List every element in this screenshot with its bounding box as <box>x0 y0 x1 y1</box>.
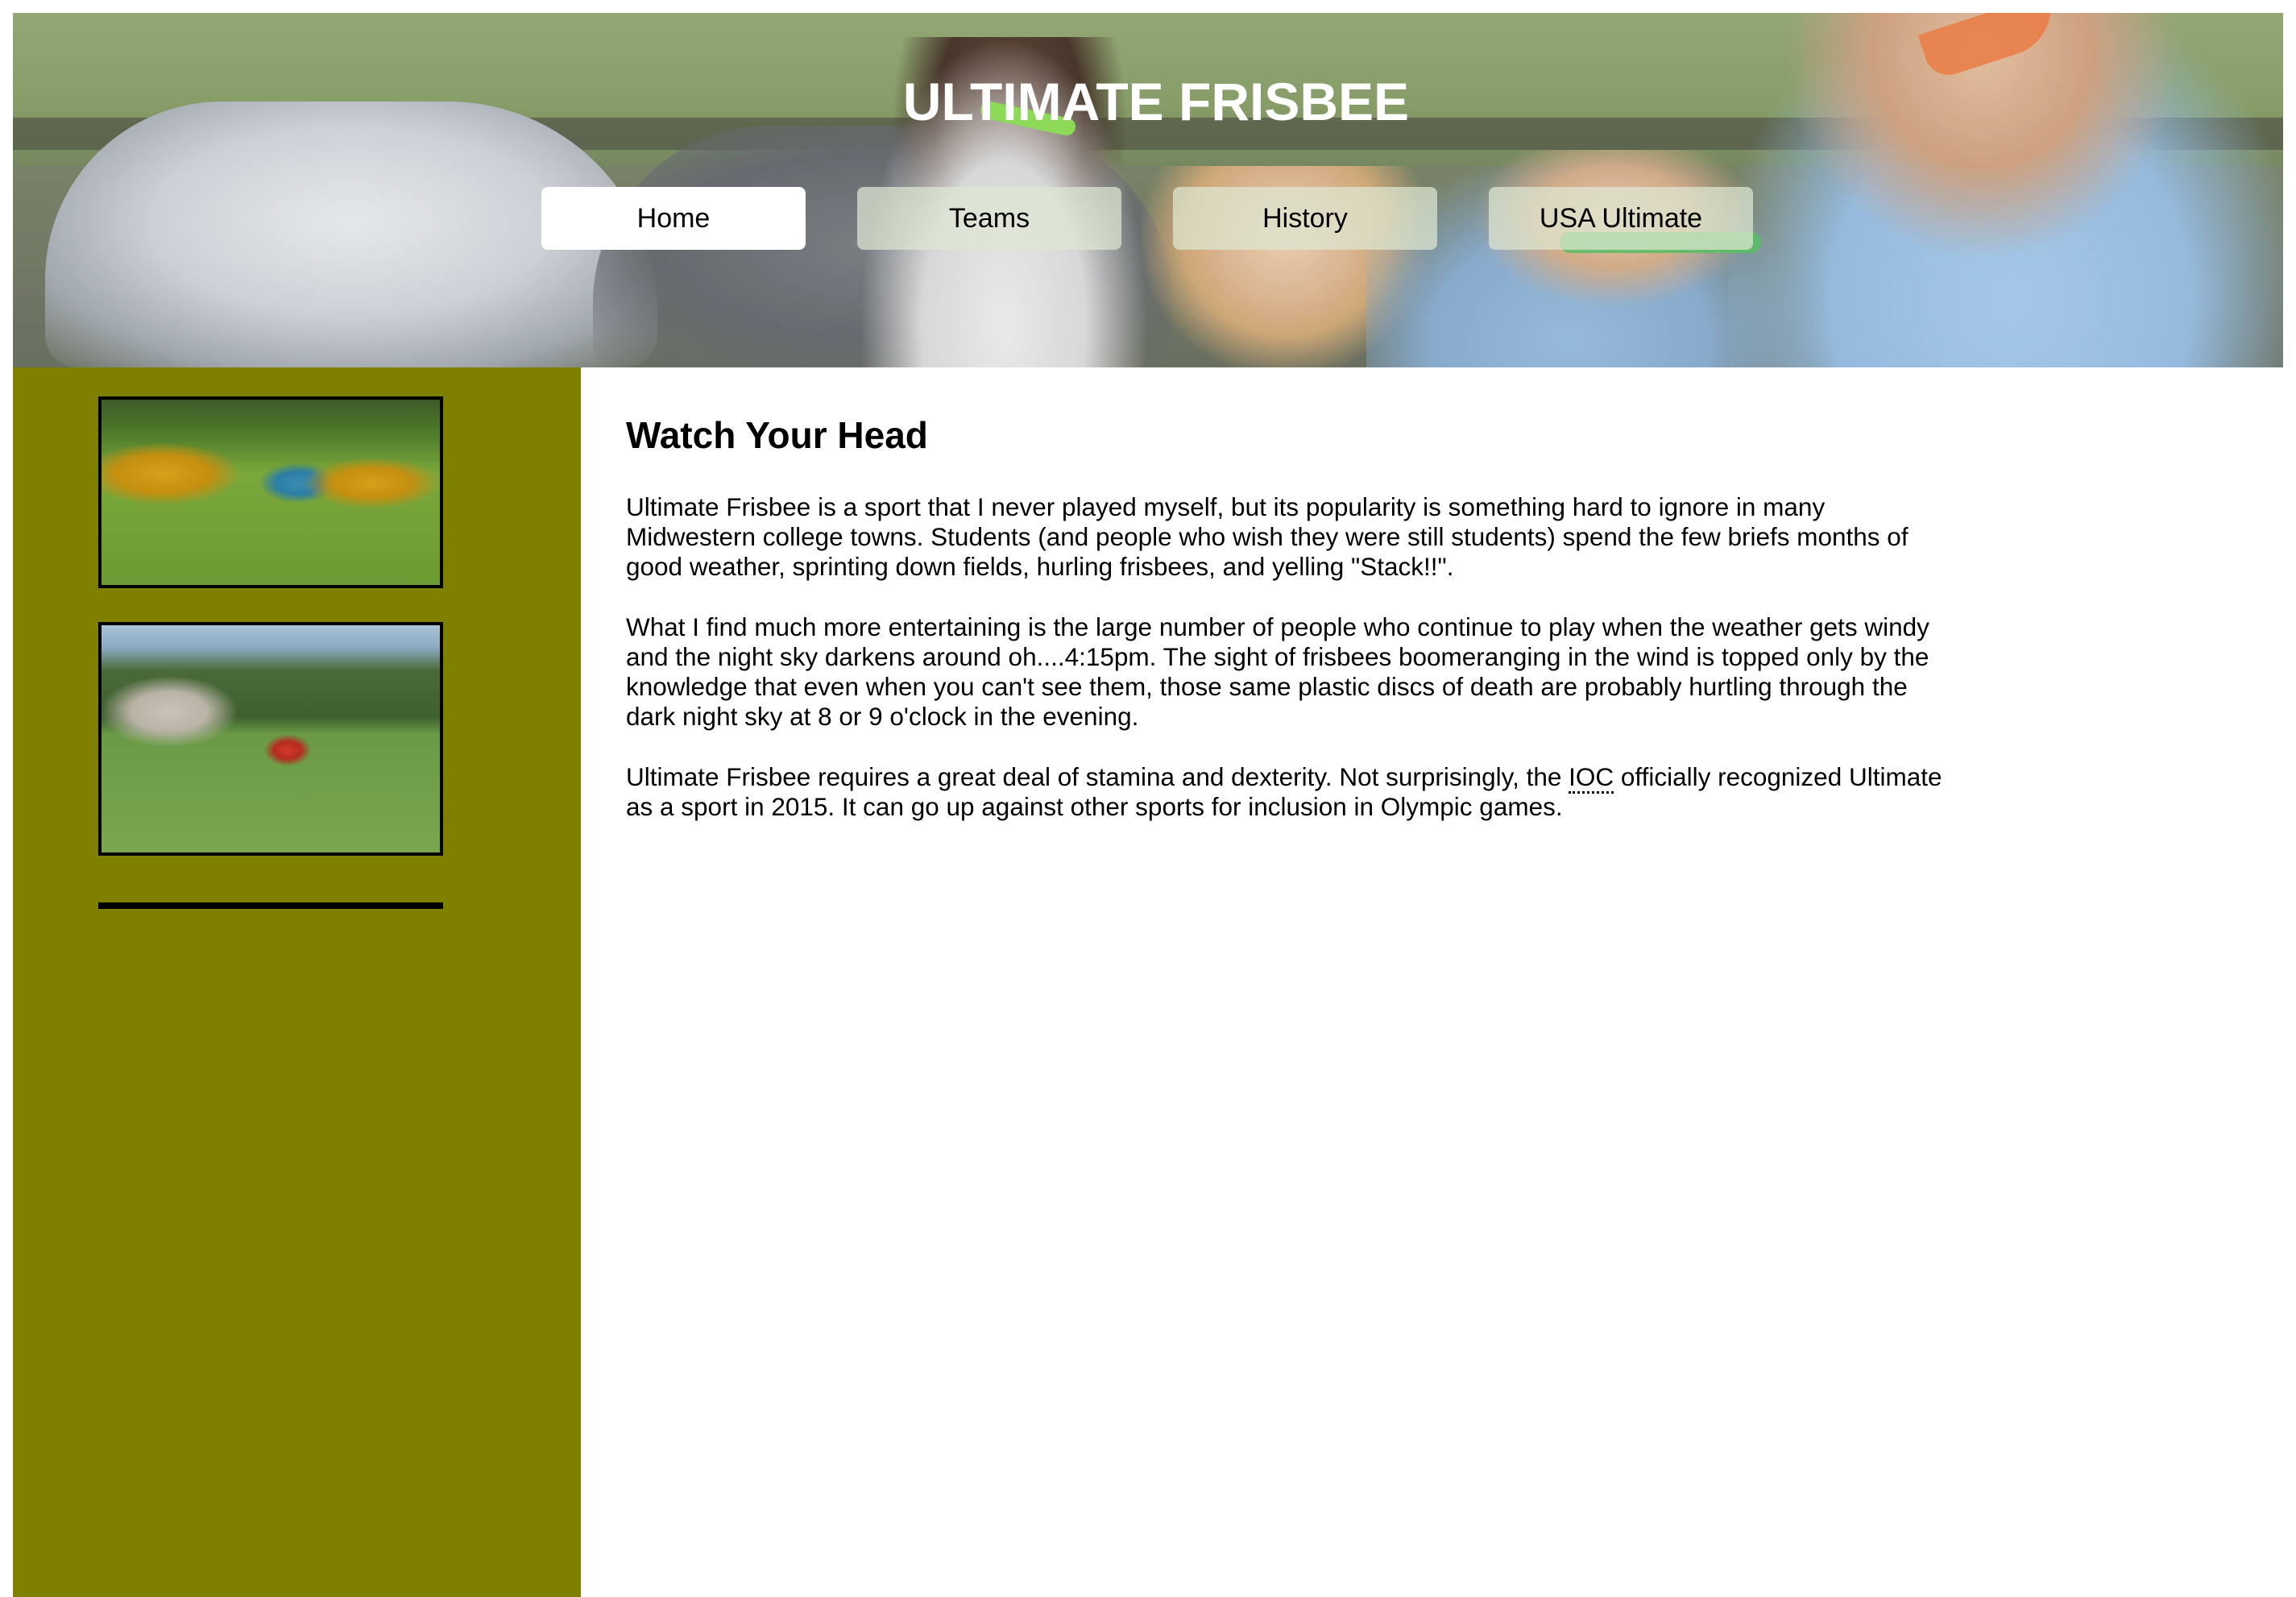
article-paragraph-2: What I find much more entertaining is th… <box>626 612 1929 731</box>
frisbee-player-field-photo <box>98 622 443 856</box>
header-banner: ULTIMATE FRISBEE Home Teams History USA … <box>13 13 2283 367</box>
paragraph-3-text-start: Ultimate Frisbee requires a great deal o… <box>626 761 1569 791</box>
article-paragraph-1: Ultimate Frisbee is a sport that I never… <box>626 492 1908 581</box>
ioc-abbreviation[interactable]: IOC <box>1569 761 1614 794</box>
nav-history[interactable]: History <box>1173 187 1437 250</box>
main-nav: Home Teams History USA Ultimate <box>541 187 1753 250</box>
main-content: Watch Your Head Ultimate Frisbee is a sp… <box>626 367 1955 822</box>
sidebar-divider <box>98 902 443 909</box>
site-title: ULTIMATE FRISBEE <box>902 72 1410 131</box>
nav-teams[interactable]: Teams <box>857 187 1121 250</box>
nav-home[interactable]: Home <box>541 187 806 250</box>
article-heading: Watch Your Head <box>626 414 928 456</box>
ultimate-frisbee-game-photo <box>98 396 443 588</box>
sidebar <box>13 367 581 1597</box>
article-paragraph-3: Ultimate Frisbee requires a great deal o… <box>626 761 1955 822</box>
nav-usa-ultimate[interactable]: USA Ultimate <box>1489 187 1753 250</box>
page: ULTIMATE FRISBEE Home Teams History USA … <box>13 13 2283 1597</box>
